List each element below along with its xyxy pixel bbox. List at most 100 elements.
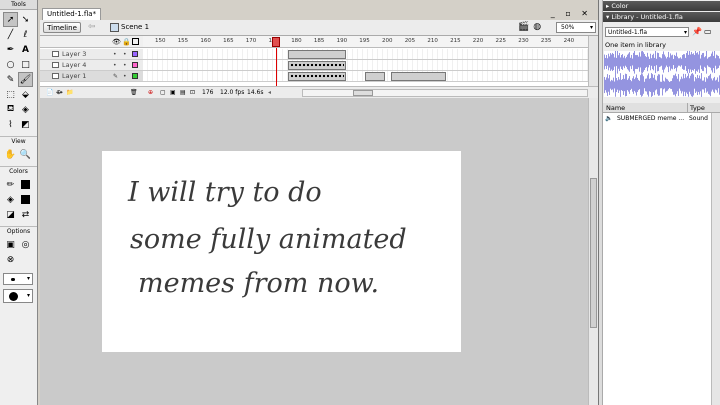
fill-transform-tool-icon[interactable]: ⬙ <box>18 87 33 102</box>
stage-canvas[interactable]: I will try to do some fully animated mem… <box>102 151 461 352</box>
lock-dot-icon[interactable]: • <box>123 73 127 80</box>
color-panel-header[interactable]: ▸ Color <box>603 1 720 11</box>
eraser-tool-icon[interactable]: ◩ <box>18 117 33 132</box>
edit-scene-icon[interactable]: 🎬 <box>518 22 533 32</box>
outline-icon[interactable] <box>132 38 139 45</box>
edit-symbol-icon[interactable]: ◍ <box>533 22 545 32</box>
brush-size-select[interactable]: ▾ <box>3 273 33 285</box>
edit-symbols-icons[interactable]: 🎬◍ <box>518 22 545 32</box>
scene-label[interactable]: Scene 1 <box>121 23 149 31</box>
outline-color-box[interactable] <box>132 51 138 57</box>
outline-color-box[interactable] <box>132 62 138 68</box>
new-library-icon[interactable]: ▭ <box>704 27 714 36</box>
delete-layer-icon[interactable]: 🗑 <box>130 89 138 96</box>
zoom-tool-icon[interactable]: 🔍 <box>18 147 33 162</box>
eye-icon[interactable]: 👁 <box>112 38 121 46</box>
frame-ruler[interactable]: 1501551601651701751801851901952002052102… <box>143 36 588 48</box>
layer-name[interactable]: Layer 1 <box>62 72 86 80</box>
frame-rate-value[interactable]: 12.0 fps <box>220 89 244 96</box>
waveform-sample <box>658 53 659 71</box>
frames-row-layer-4[interactable] <box>143 60 588 71</box>
hand-tool-icon[interactable]: ✋ <box>3 147 18 162</box>
layer-name[interactable]: Layer 4 <box>62 61 86 69</box>
brush-tool-icon[interactable]: 🖌 <box>18 72 33 87</box>
stroke-color-swatch[interactable] <box>18 177 33 192</box>
lasso-tool-icon[interactable]: ℓ <box>18 27 33 42</box>
visibility-dot-icon[interactable]: • <box>113 62 117 69</box>
eyedropper-tool-icon[interactable]: ⌇ <box>3 117 18 132</box>
document-tab[interactable]: Untitled-1.fla* <box>42 8 102 20</box>
onion-outlines-icon[interactable]: ▣ <box>170 89 176 96</box>
add-guide-icon[interactable]: ⟴ <box>56 89 63 96</box>
library-vertical-scrollbar[interactable] <box>711 113 720 405</box>
type-column-header[interactable]: Type <box>687 103 705 113</box>
frame-tick-label: 170 <box>245 38 257 44</box>
add-layer-icon[interactable]: 📄 <box>46 89 53 96</box>
window-controls[interactable]: _ ▫ ✕ <box>551 8 592 19</box>
pin-icon[interactable]: 📌 <box>692 27 704 36</box>
line-tool-icon[interactable]: ╱ <box>3 27 18 42</box>
keyframe-dots[interactable] <box>290 63 344 67</box>
library-panel-header[interactable]: ▾ Library - Untitled-1.fla <box>603 12 720 22</box>
pencil-tool-icon[interactable]: ✎ <box>3 72 18 87</box>
waveform-sample <box>640 56 641 68</box>
scroll-thumb[interactable] <box>590 178 597 328</box>
layer-row-layer-1[interactable]: Layer 1 ✎ • <box>40 71 143 82</box>
object-drawing-icon[interactable]: ▣ <box>3 237 18 252</box>
selection-tool-icon[interactable]: ➚ <box>3 12 18 27</box>
scroll-left-icon[interactable]: ◂ <box>268 89 271 96</box>
library-item-row[interactable]: 🔈 SUBMERGED meme ... Sound <box>603 114 711 124</box>
lock-fill-icon[interactable]: ⊗ <box>3 252 18 267</box>
scroll-thumb[interactable] <box>353 90 373 96</box>
timeline-toggle-button[interactable]: Timeline <box>43 22 81 33</box>
waveform-sample <box>691 73 692 97</box>
lock-dot-icon[interactable]: • <box>123 51 127 58</box>
stroke-color-icon[interactable]: ✏ <box>3 177 18 192</box>
frame-span[interactable] <box>391 72 446 81</box>
keyframe-dots[interactable] <box>290 74 344 78</box>
layer-row-layer-4[interactable]: Layer 4 • • <box>40 60 143 71</box>
paint-bucket-tool-icon[interactable]: ◈ <box>18 102 33 117</box>
subselection-tool-icon[interactable]: ➘ <box>18 12 33 27</box>
edit-multiple-frames-icon[interactable]: ▤ <box>180 89 186 96</box>
brush-shape-select[interactable]: ▾ <box>3 289 33 303</box>
frame-span[interactable] <box>365 72 385 81</box>
stage-vertical-scrollbar[interactable] <box>588 98 598 405</box>
ink-bottle-tool-icon[interactable]: ⛾ <box>3 102 18 117</box>
layer-name[interactable]: Layer 3 <box>62 50 86 58</box>
layer-row-layer-3[interactable]: Layer 3 • • <box>40 49 143 60</box>
timeline-vertical-scrollbar[interactable] <box>588 36 598 86</box>
fill-color-swatch[interactable] <box>18 192 33 207</box>
free-transform-tool-icon[interactable]: ⬚ <box>3 87 18 102</box>
text-tool-icon[interactable]: A <box>18 42 33 57</box>
name-column-header[interactable]: Name <box>606 103 625 113</box>
pen-tool-icon[interactable]: ✒ <box>3 42 18 57</box>
center-frame-icon[interactable]: ⊕ <box>148 89 153 96</box>
back-arrow-icon[interactable]: ⇦ <box>88 22 96 32</box>
frames-row-layer-1[interactable] <box>143 71 588 82</box>
lock-dot-icon[interactable]: • <box>123 62 127 69</box>
frame-span[interactable] <box>288 50 346 59</box>
timeline-panel: 👁 🔒 150155160165170175180185190195200205… <box>40 36 598 98</box>
visibility-dot-icon[interactable]: • <box>113 51 117 58</box>
oval-tool-icon[interactable]: ○ <box>3 57 18 72</box>
black-white-icon[interactable]: ◪ <box>3 207 18 222</box>
playhead-marker[interactable] <box>272 37 280 47</box>
swap-colors-icon[interactable]: ⇄ <box>18 207 33 222</box>
fill-color-icon[interactable]: ◈ <box>3 192 18 207</box>
library-document-select[interactable]: Untitled-1.fla ▾ <box>605 27 689 37</box>
outline-color-box[interactable] <box>132 73 138 79</box>
lock-icon[interactable]: 🔒 <box>122 38 131 46</box>
modify-onion-markers-icon[interactable]: ⊡ <box>190 89 195 96</box>
waveform-sample <box>669 81 670 89</box>
rectangle-tool-icon[interactable]: □ <box>18 57 33 72</box>
add-folder-icon[interactable]: 📁 <box>66 89 73 96</box>
brush-mode-icon[interactable]: ◎ <box>18 237 33 252</box>
pencil-edit-icon[interactable]: ✎ <box>113 73 118 80</box>
timeline-horizontal-scrollbar[interactable] <box>302 89 588 97</box>
zoom-select[interactable]: 50% ▾ <box>556 22 596 33</box>
frames-row-layer-3[interactable] <box>143 49 588 60</box>
waveform-sample <box>693 53 694 71</box>
onion-skin-icon[interactable]: ▢ <box>160 89 166 96</box>
waveform-sample <box>705 56 706 68</box>
